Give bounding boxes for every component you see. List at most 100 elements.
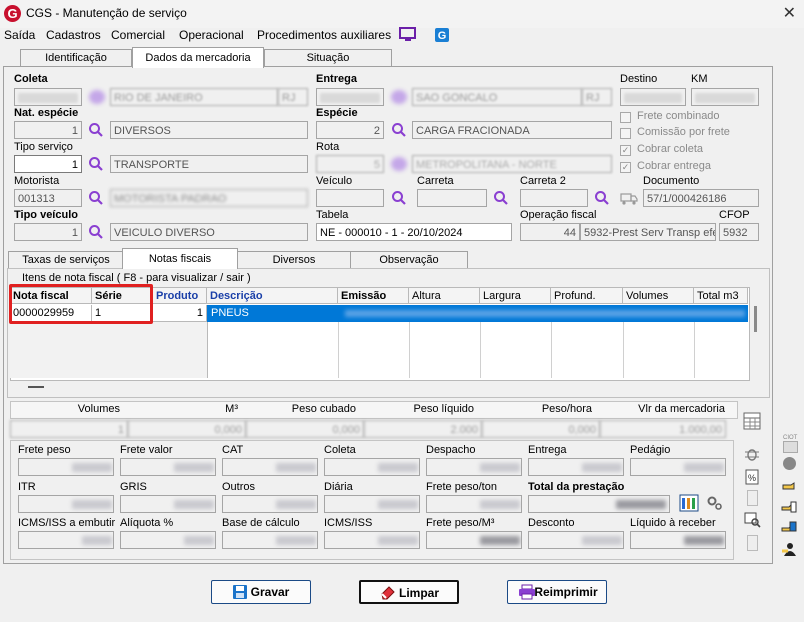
frete-peso-field[interactable]: [18, 458, 114, 476]
rota-code-field[interactable]: 5: [316, 155, 384, 173]
grid-scroll-handle[interactable]: [28, 386, 44, 388]
operacao-code-field[interactable]: 44: [520, 223, 580, 241]
hand-point-icon[interactable]: [781, 478, 797, 494]
table-report-icon[interactable]: [679, 494, 699, 512]
subtab-observacao[interactable]: Observação: [350, 251, 468, 269]
veiculo-search-icon[interactable]: [391, 190, 407, 206]
itr-field[interactable]: [18, 495, 114, 513]
cell-descricao[interactable]: PNEUS: [211, 307, 249, 319]
gris-field[interactable]: [120, 495, 216, 513]
ciot-icon[interactable]: [783, 441, 798, 453]
col-total-m3[interactable]: Total m3: [694, 288, 748, 304]
cat-field[interactable]: [222, 458, 318, 476]
despacho-field[interactable]: [426, 458, 522, 476]
aliquota-field[interactable]: [120, 531, 216, 549]
doc-icon[interactable]: [747, 490, 758, 506]
col-emissao[interactable]: Emissão: [338, 288, 409, 304]
frete-combinado-checkbox[interactable]: [620, 112, 631, 123]
motorista-search-icon[interactable]: [88, 190, 104, 206]
outros-field[interactable]: [222, 495, 318, 513]
circle-icon[interactable]: [783, 457, 796, 470]
carreta-field[interactable]: [417, 189, 487, 207]
person-icon[interactable]: [781, 541, 797, 557]
entrega-frete-field[interactable]: [528, 458, 624, 476]
km-field[interactable]: [691, 88, 759, 106]
tipo-servico-code-field[interactable]: 1: [14, 155, 82, 173]
coleta-search-icon[interactable]: [89, 90, 105, 104]
settings-gears-icon[interactable]: [706, 494, 724, 512]
grid-scrollbar[interactable]: [754, 306, 757, 332]
carreta2-field[interactable]: [520, 189, 588, 207]
especie-search-icon[interactable]: [391, 122, 407, 138]
subtab-notas-fiscais[interactable]: Notas fiscais: [122, 248, 238, 269]
tipo-veiculo-code-field[interactable]: 1: [14, 223, 82, 241]
totals-peso-hora-label: Peso/hora: [541, 403, 592, 415]
entrega-code-field[interactable]: [316, 88, 384, 106]
especie-code-field[interactable]: 2: [316, 121, 384, 139]
nat-especie-search-icon[interactable]: [88, 122, 104, 138]
menu-cadastros[interactable]: Cadastros: [46, 28, 101, 42]
comissao-frete-checkbox[interactable]: [620, 128, 631, 139]
desconto-field[interactable]: [528, 531, 624, 549]
coleta-uf-field: RJ: [278, 88, 308, 106]
menu-comercial[interactable]: Comercial: [111, 28, 165, 42]
col-volumes[interactable]: Volumes: [623, 288, 694, 304]
cobrar-entrega-checkbox[interactable]: ✓: [620, 162, 631, 173]
cfop-field: 5932: [719, 223, 759, 241]
tabela-field[interactable]: NE - 000010 - 1 - 20/10/2024: [316, 223, 512, 241]
aliquota-label: Alíquota %: [120, 517, 174, 529]
col-descricao[interactable]: Descrição: [207, 288, 338, 304]
search-doc-icon[interactable]: [744, 512, 762, 528]
subtab-diversos[interactable]: Diversos: [237, 251, 351, 269]
col-largura[interactable]: Largura: [480, 288, 551, 304]
entrega-search-icon[interactable]: [391, 90, 407, 104]
coleta-frete-field[interactable]: [324, 458, 420, 476]
hand-list-icon[interactable]: [781, 499, 797, 515]
reimprimir-button[interactable]: Reimprimir: [507, 580, 607, 604]
rota-search-icon[interactable]: [391, 157, 407, 171]
col-altura[interactable]: Altura: [409, 288, 480, 304]
tab-dados-mercadoria[interactable]: Dados da mercadoria: [132, 47, 264, 68]
bug-icon[interactable]: [744, 446, 760, 462]
subtab-taxas[interactable]: Taxas de serviços: [8, 251, 124, 269]
app-shortcut-icon[interactable]: G: [434, 27, 450, 43]
cobrar-coleta-checkbox[interactable]: ✓: [620, 145, 631, 156]
carreta2-search-icon[interactable]: [594, 190, 610, 206]
tipo-servico-search-icon[interactable]: [88, 156, 104, 172]
pedagio-field[interactable]: [630, 458, 726, 476]
tab-situacao[interactable]: Situação: [264, 49, 392, 67]
cell-produto[interactable]: 1: [153, 305, 207, 322]
limpar-button[interactable]: Limpar: [359, 580, 459, 604]
col-produto[interactable]: Produto: [153, 288, 207, 304]
motorista-code-field[interactable]: 001313: [14, 189, 82, 207]
percent-doc-icon[interactable]: %: [744, 469, 760, 485]
frete-valor-field[interactable]: [120, 458, 216, 476]
frete-peso-m3-field[interactable]: [426, 531, 522, 549]
tab-identificacao[interactable]: Identificação: [20, 49, 132, 67]
hand-doc-icon[interactable]: [781, 520, 797, 536]
base-calculo-field[interactable]: [222, 531, 318, 549]
menu-operacional[interactable]: Operacional: [179, 28, 244, 42]
gravar-button[interactable]: Gravar: [211, 580, 311, 604]
truck-icon[interactable]: [620, 190, 638, 206]
despacho-label: Despacho: [426, 444, 476, 456]
calculator-icon[interactable]: [742, 411, 762, 431]
menu-saida[interactable]: Saída: [4, 28, 35, 42]
tipo-veiculo-search-icon[interactable]: [88, 224, 104, 240]
close-icon[interactable]: ✕: [783, 3, 796, 23]
coleta-code-field[interactable]: [14, 88, 82, 106]
icms-embutir-field[interactable]: [18, 531, 114, 549]
frete-peso-ton-field[interactable]: [426, 495, 522, 513]
row-blurred-values: [345, 310, 745, 317]
diaria-field[interactable]: [324, 495, 420, 513]
doc-disabled-icon[interactable]: [747, 535, 758, 551]
icms-iss-field[interactable]: [324, 531, 420, 549]
svg-text:%: %: [748, 473, 756, 483]
col-profund[interactable]: Profund.: [551, 288, 623, 304]
nat-especie-code-field[interactable]: 1: [14, 121, 82, 139]
cobrar-coleta-label: Cobrar coleta: [637, 143, 704, 155]
menu-procedimentos[interactable]: Procedimentos auxiliares: [257, 28, 391, 42]
monitor-icon[interactable]: [399, 27, 417, 43]
carreta-search-icon[interactable]: [493, 190, 509, 206]
veiculo-field[interactable]: [316, 189, 384, 207]
